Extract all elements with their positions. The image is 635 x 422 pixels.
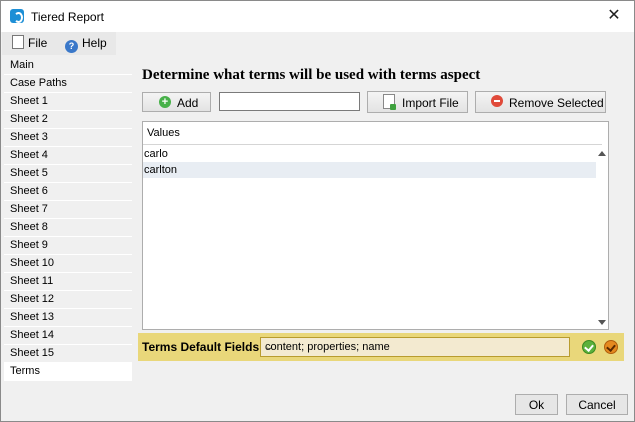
close-icon[interactable]: ✕ [600,3,628,29]
sidebar-item-sheet-10[interactable]: Sheet 10 [4,255,132,273]
chevron-down-icon: ⌄ [265,342,274,353]
terms-panel: Determine what terms will be used with t… [135,57,624,381]
menu-help-label: Help [82,36,107,50]
values-column-header[interactable]: Values [143,122,602,145]
sidebar-item-sheet-15[interactable]: Sheet 15 [4,345,132,363]
vertical-scrollbar[interactable] [596,146,608,329]
add-icon: + [159,96,171,108]
sidebar-item-terms[interactable]: Terms [4,363,132,381]
sidebar-item-sheet-9[interactable]: Sheet 9 [4,237,132,255]
sidebar-item-sheet-2[interactable]: Sheet 2 [4,111,132,129]
sidebar-item-sheet-3[interactable]: Sheet 3 [4,129,132,147]
sidebar-item-sheet-4[interactable]: Sheet 4 [4,147,132,165]
help-icon: ? [65,40,78,53]
sidebar-item-sheet-12[interactable]: Sheet 12 [4,291,132,309]
sidebar-item-sheet-1[interactable]: Sheet 1 [4,93,132,111]
sidebar-item-sheet-5[interactable]: Sheet 5 [4,165,132,183]
table-row[interactable]: carlton [143,162,608,178]
check-green-icon[interactable] [582,340,596,354]
import-file-button-label: Import File [402,96,459,110]
sidebar-item-sheet-8[interactable]: Sheet 8 [4,219,132,237]
table-row[interactable]: carlo [143,146,608,162]
title-bar: Tiered Report ✕ [1,1,634,32]
terms-default-fields-label: Terms Default Fields [142,340,260,354]
sidebar-item-case-paths[interactable]: Case Paths [4,75,132,93]
page-title: Determine what terms will be used with t… [142,67,481,83]
remove-selected-button[interactable]: Remove Selected [475,91,606,113]
terms-default-fields-bar: Terms Default Fields content; properties… [138,333,624,361]
window-title: Tiered Report [31,10,104,24]
sidebar-item-sheet-14[interactable]: Sheet 14 [4,327,132,345]
menu-bar: File ? Help [2,32,116,55]
menu-file-label: File [28,36,48,50]
row-value: carlo [144,148,168,160]
check-orange-icon[interactable] [604,340,618,354]
sidebar-item-sheet-13[interactable]: Sheet 13 [4,309,132,327]
cancel-button[interactable]: Cancel [566,394,628,415]
import-file-button[interactable]: Import File [367,91,468,113]
remove-icon [491,95,503,107]
dialog-footer: Ok Cancel [1,382,634,421]
add-button[interactable]: + Add [142,92,211,112]
scroll-up-icon[interactable] [598,151,606,156]
tiered-report-window: Tiered Report ✕ File ? Help Main Case Pat… [0,0,635,422]
default-fields-select[interactable]: content; properties; name ⌄ [260,337,570,357]
sidebar-item-sheet-7[interactable]: Sheet 7 [4,201,132,219]
scroll-down-icon[interactable] [598,320,606,325]
add-button-label: Add [177,96,199,110]
sidebar-item-main[interactable]: Main [4,57,132,75]
remove-selected-button-label: Remove Selected [509,96,604,110]
values-header-label: Values [147,127,180,139]
term-input[interactable] [219,92,360,111]
sidebar-item-sheet-11[interactable]: Sheet 11 [4,273,132,291]
sidebar: Main Case Paths Sheet 1 Sheet 2 Sheet 3 … [4,57,132,381]
file-icon [12,35,24,49]
menu-file[interactable]: File [12,35,47,52]
menu-help[interactable]: ? Help [65,35,107,53]
row-value: carlton [144,164,178,176]
ok-button[interactable]: Ok [515,394,558,415]
app-icon [10,9,24,23]
values-table: Values carlo carlton [142,121,609,330]
import-file-icon [383,94,396,110]
sidebar-item-sheet-6[interactable]: Sheet 6 [4,183,132,201]
